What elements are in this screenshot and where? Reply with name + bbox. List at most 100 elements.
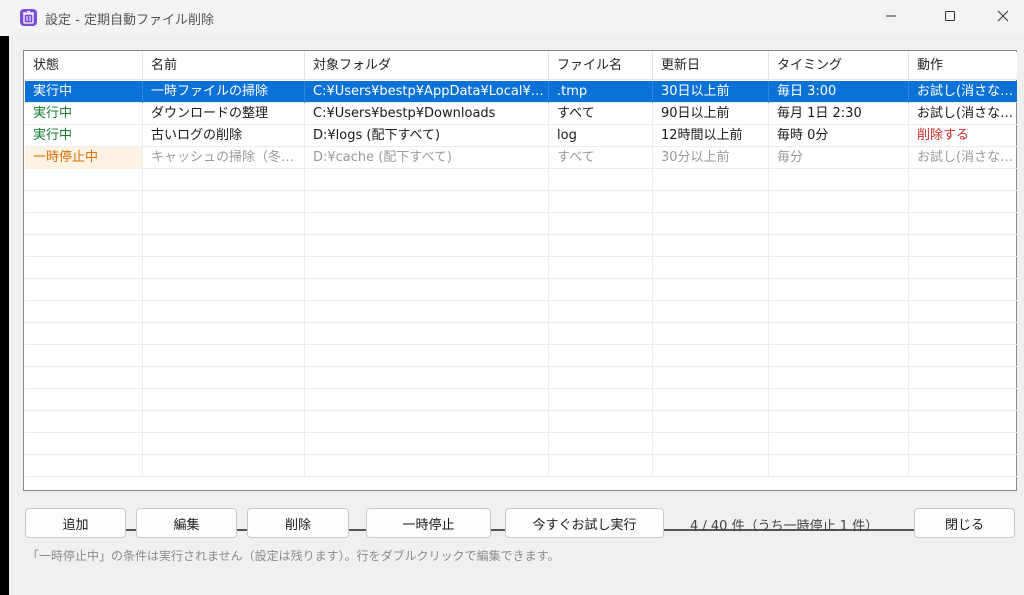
column-header-filename[interactable]: ファイル名 bbox=[549, 52, 653, 80]
empty-table-row bbox=[25, 367, 1017, 389]
trial-run-button[interactable]: 今すぐお試し実行 bbox=[505, 508, 664, 538]
empty-cell bbox=[143, 257, 305, 279]
delete-button[interactable]: 削除 bbox=[247, 508, 349, 538]
state-cell: 実行中 bbox=[25, 103, 143, 125]
empty-cell bbox=[653, 345, 769, 367]
empty-cell bbox=[549, 279, 653, 301]
empty-cell bbox=[549, 257, 653, 279]
empty-cell bbox=[305, 257, 549, 279]
empty-cell bbox=[769, 279, 909, 301]
empty-table-row bbox=[25, 169, 1017, 191]
empty-table-row bbox=[25, 345, 1017, 367]
empty-cell bbox=[25, 191, 143, 213]
empty-cell bbox=[25, 257, 143, 279]
empty-cell bbox=[549, 389, 653, 411]
name-cell: 古いログの削除 bbox=[143, 125, 305, 147]
empty-table-row bbox=[25, 411, 1017, 433]
empty-cell bbox=[769, 235, 909, 257]
column-header-name[interactable]: 名前 bbox=[143, 52, 305, 80]
empty-cell bbox=[143, 433, 305, 455]
table-row[interactable]: 実行中 古いログの削除 D:¥logs (配下すべて) log 12時間以上前 … bbox=[25, 125, 1017, 147]
column-header-updated[interactable]: 更新日 bbox=[653, 52, 769, 80]
empty-cell bbox=[305, 301, 549, 323]
empty-cell bbox=[769, 257, 909, 279]
pause-button[interactable]: 一時停止 bbox=[366, 508, 491, 538]
empty-cell bbox=[143, 367, 305, 389]
empty-cell bbox=[25, 411, 143, 433]
empty-cell bbox=[769, 169, 909, 191]
close-window-button[interactable] bbox=[980, 0, 1024, 36]
column-header-action[interactable]: 動作 bbox=[909, 52, 1017, 80]
empty-cell bbox=[653, 279, 769, 301]
empty-cell bbox=[769, 213, 909, 235]
empty-cell bbox=[305, 323, 549, 345]
empty-cell bbox=[25, 279, 143, 301]
empty-table-row bbox=[25, 279, 1017, 301]
action-cell: お試し(消さない) bbox=[917, 150, 1017, 165]
empty-cell bbox=[305, 433, 549, 455]
empty-cell bbox=[769, 411, 909, 433]
empty-cell bbox=[25, 345, 143, 367]
empty-cell bbox=[25, 213, 143, 235]
empty-cell bbox=[909, 301, 1017, 323]
minimize-button[interactable] bbox=[868, 0, 914, 36]
empty-cell bbox=[909, 323, 1017, 345]
empty-cell bbox=[305, 367, 549, 389]
empty-cell bbox=[909, 389, 1017, 411]
name-cell: ダウンロードの整理 bbox=[143, 103, 305, 125]
empty-cell bbox=[769, 323, 909, 345]
title-bar[interactable]: 設定 - 定期自動ファイル削除 bbox=[0, 0, 1024, 36]
column-header-state[interactable]: 状態 bbox=[25, 52, 143, 80]
empty-cell bbox=[305, 213, 549, 235]
table-row[interactable]: 実行中 一時ファイルの掃除 C:¥Users¥bestp¥AppData¥Loc… bbox=[25, 81, 1017, 103]
folder-cell: C:¥Users¥bestp¥Downloads bbox=[305, 103, 549, 125]
empty-cell bbox=[25, 301, 143, 323]
hint-text: 「一時停止中」の条件は実行されません（設定は残ります）。行をダブルクリックで編集… bbox=[27, 549, 560, 563]
empty-cell bbox=[909, 345, 1017, 367]
empty-cell bbox=[909, 169, 1017, 191]
folder-cell: C:¥Users¥bestp¥AppData¥Local¥Te... bbox=[305, 81, 549, 103]
close-button[interactable]: 閉じる bbox=[914, 508, 1015, 538]
empty-cell bbox=[549, 345, 653, 367]
column-header-timing[interactable]: タイミング bbox=[769, 52, 909, 80]
empty-table-row bbox=[25, 455, 1017, 477]
filename-cell: .tmp bbox=[549, 81, 653, 103]
empty-cell bbox=[909, 455, 1017, 477]
close-icon bbox=[997, 10, 1009, 26]
empty-table-row bbox=[25, 257, 1017, 279]
empty-cell bbox=[549, 169, 653, 191]
empty-cell bbox=[653, 433, 769, 455]
state-cell: 実行中 bbox=[25, 81, 143, 103]
empty-cell bbox=[143, 345, 305, 367]
maximize-button[interactable] bbox=[927, 0, 973, 36]
timing-cell: 毎月 1日 2:30 bbox=[769, 103, 909, 125]
empty-cell bbox=[769, 455, 909, 477]
empty-cell bbox=[909, 191, 1017, 213]
trash-icon bbox=[20, 9, 37, 26]
name-cell: キャッシュの掃除（冬期... bbox=[143, 147, 305, 169]
column-header-folder[interactable]: 対象フォルダ bbox=[305, 52, 549, 80]
item-count: 4 / 40 件（うち一時停止 1 件） bbox=[690, 519, 879, 534]
empty-cell bbox=[549, 301, 653, 323]
settings-window: 設定 - 定期自動ファイル削除 状態 名前 対象フォルダ ファイル名 更新日 タ… bbox=[0, 0, 1024, 595]
filename-cell: すべて bbox=[549, 103, 653, 125]
table-row[interactable]: 一時停止中 キャッシュの掃除（冬期... D:¥cache (配下すべて) すべ… bbox=[25, 147, 1017, 169]
empty-cell bbox=[305, 411, 549, 433]
empty-cell bbox=[769, 367, 909, 389]
empty-cell bbox=[305, 455, 549, 477]
action-cell: お試し(消さない) bbox=[917, 106, 1017, 121]
empty-cell bbox=[25, 169, 143, 191]
empty-cell bbox=[25, 455, 143, 477]
table-row[interactable]: 実行中 ダウンロードの整理 C:¥Users¥bestp¥Downloads す… bbox=[25, 103, 1017, 125]
empty-table-row bbox=[25, 213, 1017, 235]
empty-cell bbox=[305, 345, 549, 367]
rules-table[interactable]: 状態 名前 対象フォルダ ファイル名 更新日 タイミング 動作 実行中 一時ファ… bbox=[23, 50, 1017, 531]
empty-cell bbox=[653, 323, 769, 345]
empty-cell bbox=[769, 191, 909, 213]
empty-cell bbox=[909, 235, 1017, 257]
empty-table-row bbox=[25, 389, 1017, 411]
add-button[interactable]: 追加 bbox=[25, 508, 126, 538]
empty-cell bbox=[305, 191, 549, 213]
edit-button[interactable]: 編集 bbox=[136, 508, 237, 538]
empty-cell bbox=[909, 279, 1017, 301]
